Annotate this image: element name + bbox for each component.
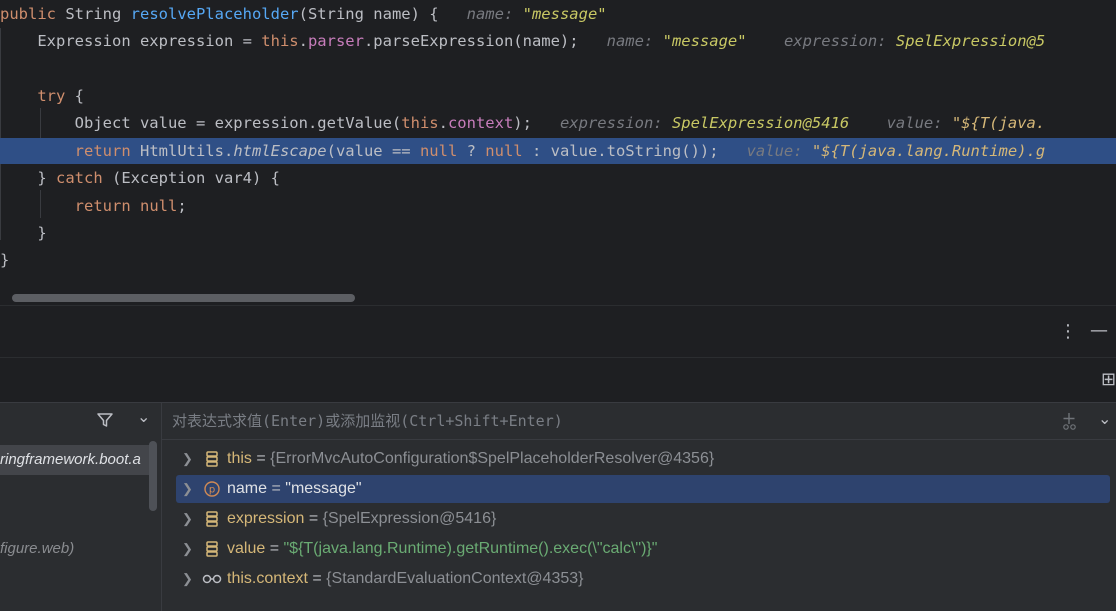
evaluate-expression-bar[interactable]: 对表达式求值(Enter)或添加监视(Ctrl+Shift+Enter) ⌄ <box>162 403 1116 440</box>
inline-debug-hint: expression: SpelExpression@5 <box>783 32 1046 50</box>
keyword: null <box>130 197 178 215</box>
svg-text:p: p <box>209 485 215 496</box>
code-text: Expression expression = <box>37 32 262 50</box>
variable-value: {StandardEvaluationContext@4353} <box>326 570 584 587</box>
code-text: (Exception var4) { <box>102 169 280 187</box>
frame-item[interactable]: ringframework.boot.a <box>0 445 150 475</box>
variable-row-value[interactable]: ❯ value = "${T(java.lang.Runtime).getRun… <box>176 535 1110 563</box>
evaluate-expression-input[interactable]: 对表达式求值(Enter)或添加监视(Ctrl+Shift+Enter) <box>172 403 563 439</box>
code-line-2: Expression expression = this.parser.pars… <box>0 28 1116 54</box>
expand-chevron-icon[interactable]: ❯ <box>182 445 193 473</box>
code-line-4: try { <box>0 83 1116 109</box>
keyword: return <box>74 142 131 160</box>
layout-icon[interactable]: ⊞ <box>1101 370 1116 390</box>
watch-dropdown-icon[interactable]: ⌄ <box>1098 403 1111 437</box>
variable-row-expression[interactable]: ❯ expression = {SpelExpression@5416} <box>176 505 1110 533</box>
code-text: (String name) { <box>298 5 439 23</box>
code-text: } <box>37 169 56 187</box>
code-text: ? <box>457 142 486 160</box>
code-line-10: } <box>0 247 1116 273</box>
frames-header: ⌄ <box>0 403 161 439</box>
frames-scrollbar[interactable] <box>149 441 157 511</box>
inline-debug-hint: expression: SpelExpression@5416 <box>559 114 850 132</box>
code-text: String <box>56 5 131 23</box>
variable-name: name <box>227 480 268 497</box>
inline-debug-hint: value: "${T(java. <box>886 114 1046 132</box>
variable-name: this.context <box>227 570 308 587</box>
code-line-5: Object value = expression.getValue(this.… <box>0 110 1116 136</box>
variable-name: expression <box>227 510 305 527</box>
variable-value: {ErrorMvcAutoConfiguration$SpelPlacehold… <box>270 450 715 467</box>
filter-icon[interactable] <box>96 411 114 429</box>
code-text: : value.toString()); <box>522 142 719 160</box>
method-name: resolvePlaceholder <box>130 5 299 23</box>
variable-value: "${T(java.lang.Runtime).getRuntime().exe… <box>283 540 658 557</box>
keyword: catch <box>56 169 103 187</box>
variable-entry: this.context = {StandardEvaluationContex… <box>227 570 584 587</box>
keyword: null <box>485 142 523 160</box>
variable-entry: name = "message" <box>227 480 362 497</box>
code-text: . <box>298 32 308 50</box>
code-text: } <box>37 224 47 242</box>
inline-debug-hint: name: "message" <box>606 32 747 50</box>
method-name: htmlEscape <box>233 142 327 160</box>
variable-row-this[interactable]: ❯ this = {ErrorMvcAutoConfiguration$Spel… <box>176 445 1110 473</box>
field-icon <box>206 451 218 467</box>
code-line-8: return null; <box>0 193 1116 219</box>
horizontal-scrollbar[interactable] <box>12 294 355 302</box>
field-icon <box>206 511 218 527</box>
keyword: return <box>74 197 131 215</box>
inline-debug-hint: name: "message" <box>466 5 607 23</box>
execution-point-line: return HtmlUtils.htmlEscape(value == nul… <box>0 138 1116 164</box>
variable-row-name[interactable]: ❯ p name = "message" <box>176 475 1110 503</box>
keyword: public <box>0 5 56 23</box>
variable-value: {SpelExpression@5416} <box>322 510 497 527</box>
frame-item[interactable]: figure.web) <box>0 534 150 564</box>
code-text: } <box>0 251 10 269</box>
field-icon <box>206 541 218 557</box>
keyword: this <box>261 32 299 50</box>
variable-row-this-context[interactable]: ❯ this.context = {StandardEvaluationCont… <box>176 565 1110 593</box>
variable-entry: this = {ErrorMvcAutoConfiguration$SpelPl… <box>227 450 715 467</box>
code-text: . <box>438 114 448 132</box>
variable-name: this <box>227 450 252 467</box>
keyword: try <box>37 87 66 105</box>
expand-chevron-icon[interactable]: ❯ <box>182 535 193 563</box>
more-options-icon[interactable]: ⋮ <box>1059 322 1077 342</box>
variable-value: "message" <box>285 480 362 497</box>
code-text: (value == <box>326 142 420 160</box>
code-text: Object value = expression.getValue( <box>74 114 402 132</box>
code-line-9: } <box>0 220 1116 246</box>
add-watch-icon[interactable] <box>1060 411 1080 431</box>
variable-entry: expression = {SpelExpression@5416} <box>227 510 497 527</box>
code-text: .parseExpression(name); <box>363 32 579 50</box>
field-name: context <box>447 114 514 132</box>
inline-debug-hint: value: "${T(java.lang.Runtime).g <box>746 142 1046 160</box>
debug-tool-window-header: ⋮ — <box>0 305 1116 358</box>
code-line-7: } catch (Exception var4) { <box>0 165 1116 191</box>
code-text: ; <box>177 197 187 215</box>
field-name: parser <box>307 32 364 50</box>
keyword: this <box>401 114 439 132</box>
frames-dropdown-icon[interactable]: ⌄ <box>137 407 150 426</box>
code-line-1: public String resolvePlaceholder(String … <box>0 1 1116 27</box>
variable-name: value <box>227 540 266 557</box>
code-text: ); <box>513 114 532 132</box>
parameter-icon: p <box>204 481 220 497</box>
frames-panel: ⌄ ringframework.boot.a figure.web) <box>0 402 162 611</box>
code-editor[interactable]: public String resolvePlaceholder(String … <box>0 0 1116 305</box>
code-text: { <box>65 87 84 105</box>
debug-toolbar: ⊞ <box>0 357 1116 403</box>
expand-chevron-icon[interactable]: ❯ <box>182 565 193 593</box>
variable-entry: value = "${T(java.lang.Runtime).getRunti… <box>227 540 658 557</box>
keyword: null <box>419 142 458 160</box>
watch-icon <box>202 574 222 584</box>
expand-chevron-icon[interactable]: ❯ <box>182 505 193 533</box>
minimize-icon[interactable]: — <box>1090 321 1108 341</box>
expand-chevron-icon[interactable]: ❯ <box>182 475 193 503</box>
code-text: HtmlUtils. <box>130 142 234 160</box>
variables-panel: 对表达式求值(Enter)或添加监视(Ctrl+Shift+Enter) ⌄ ❯… <box>162 402 1116 611</box>
